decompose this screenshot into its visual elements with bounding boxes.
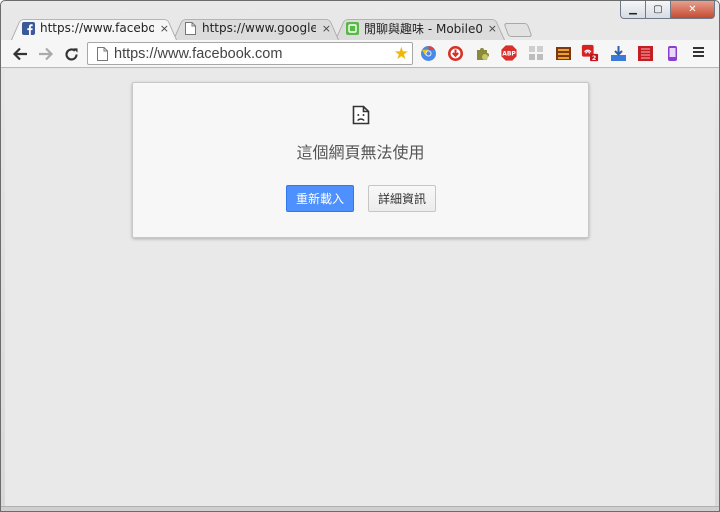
error-card: 這個網頁無法使用 重新載入 詳細資訊 <box>132 82 589 238</box>
download-red-icon[interactable] <box>446 44 464 62</box>
reload-icon[interactable] <box>60 43 82 65</box>
star-icon[interactable]: ★ <box>394 44 409 64</box>
svg-text:2: 2 <box>592 55 596 62</box>
hamburger-menu-icon[interactable] <box>689 45 707 63</box>
gray-grid-icon[interactable] <box>527 44 545 62</box>
tab-strip: https://www.facebook.com × https://www.g… <box>11 16 531 40</box>
forward-arrow-icon[interactable] <box>35 43 57 65</box>
chrome-webstore-icon[interactable] <box>419 44 437 62</box>
tab-facebook[interactable]: https://www.facebook.com × <box>11 16 177 40</box>
back-arrow-icon[interactable] <box>9 43 31 65</box>
maximize-button[interactable]: ▢ <box>646 1 671 19</box>
window-bottom-border <box>1 506 719 511</box>
address-bar[interactable]: ★ <box>87 42 413 65</box>
tab-close-icon[interactable]: × <box>322 22 331 35</box>
window-controls: ▁ ▢ ✕ <box>620 1 715 19</box>
mobile01-icon <box>345 21 359 35</box>
tab-title: 閒聊與趣味 - Mobile01 <box>364 21 482 36</box>
download-blue-icon[interactable] <box>609 44 627 62</box>
address-input[interactable] <box>114 45 384 62</box>
toolbar: ★ ABP 2 <box>1 40 719 68</box>
close-window-button[interactable]: ✕ <box>671 1 715 19</box>
tab-google[interactable]: https://www.google.com × <box>173 16 339 40</box>
minimize-button[interactable]: ▁ <box>620 1 646 19</box>
tab-close-icon[interactable]: × <box>488 22 497 35</box>
browser-window: ▁ ▢ ✕ https://www.facebook.com × https:/… <box>0 0 720 512</box>
tab-title: https://www.google.com <box>202 21 316 35</box>
dark-panel-icon[interactable] <box>554 44 572 62</box>
error-title: 這個網頁無法使用 <box>296 143 425 162</box>
facebook-icon <box>21 21 35 35</box>
svg-text:ABP: ABP <box>502 51 516 58</box>
signal-badge-icon[interactable]: 2 <box>581 44 599 62</box>
tab-title: https://www.facebook.com <box>40 21 154 35</box>
new-tab-button[interactable] <box>503 23 533 37</box>
page-content: 這個網頁無法使用 重新載入 詳細資訊 <box>5 69 715 506</box>
puzzle-icon[interactable] <box>473 44 491 62</box>
phone-icon[interactable] <box>663 44 681 62</box>
details-button[interactable]: 詳細資訊 <box>368 185 436 212</box>
blank-page-icon <box>183 21 197 35</box>
adblock-plus-icon[interactable]: ABP <box>500 44 518 62</box>
red-grid-icon[interactable] <box>636 44 654 62</box>
tab-mobile01[interactable]: 閒聊與趣味 - Mobile01 × <box>335 16 505 40</box>
reload-button[interactable]: 重新載入 <box>286 185 354 212</box>
sad-page-icon <box>352 105 370 125</box>
tab-close-icon[interactable]: × <box>160 22 169 35</box>
page-icon <box>94 46 110 61</box>
